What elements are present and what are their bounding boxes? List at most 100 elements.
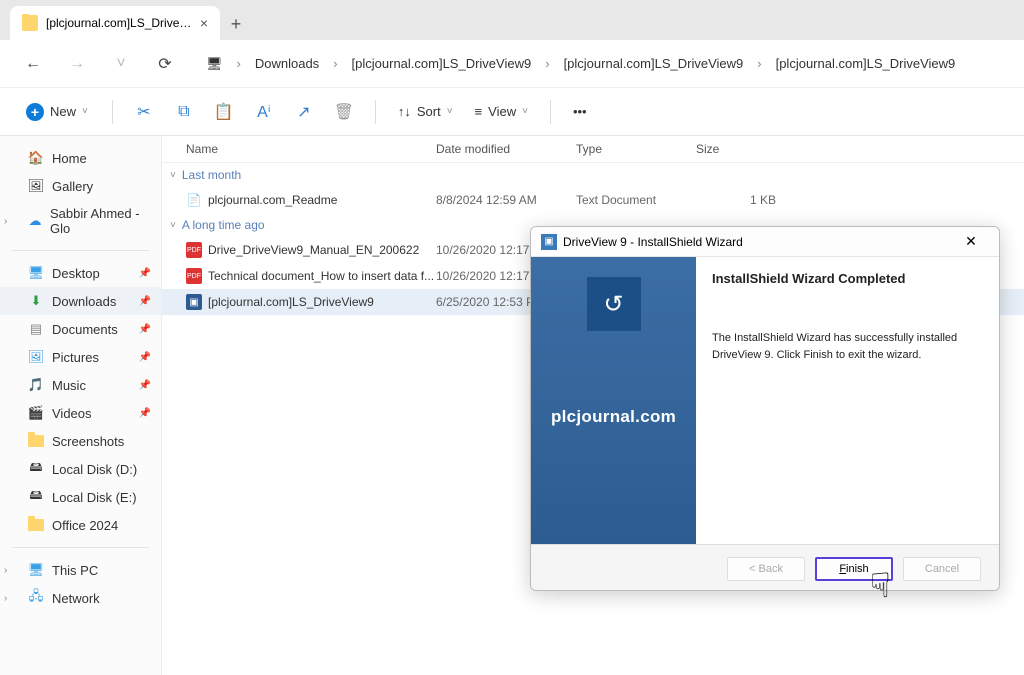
cancel-button[interactable]: Cancel [903, 557, 981, 581]
text-file-icon: 📄 [186, 192, 202, 208]
file-name: [plcjournal.com]LS_DriveView9 [208, 295, 374, 309]
back-button[interactable]: < Back [727, 557, 805, 581]
sidebar-label: Sabbir Ahmed - Glo [50, 206, 149, 236]
view-label: View [488, 104, 516, 119]
drive-icon: 🖴 [28, 461, 44, 477]
crumb-folder2[interactable]: [plcjournal.com]LS_DriveView9 [564, 56, 744, 71]
sidebar-label: Videos [52, 406, 92, 421]
chevron-right-icon: › [237, 56, 241, 71]
sidebar-desktop[interactable]: 🖥Desktop📌 [0, 259, 161, 287]
pc-icon: 🖥 [206, 56, 223, 72]
sidebar-network[interactable]: ›🖧Network [0, 584, 161, 612]
col-date[interactable]: Date modified [436, 142, 576, 156]
file-size: 1 KB [696, 193, 776, 207]
crumb-downloads[interactable]: Downloads [255, 56, 319, 71]
sidebar-label: This PC [52, 563, 98, 578]
dialog-titlebar[interactable]: ▣ DriveView 9 - InstallShield Wizard ✕ [531, 227, 999, 257]
sidebar-label: Pictures [52, 350, 99, 365]
group-label: A long time ago [182, 218, 265, 232]
sidebar-label: Office 2024 [52, 518, 118, 533]
tab-bar: [plcjournal.com]LS_DriveView9 × + [0, 0, 1024, 40]
swirl-icon: ↺ [603, 290, 623, 319]
sidebar-local-d[interactable]: 🖴 Local Disk (D:) [0, 455, 161, 483]
crumb-folder3[interactable]: [plcjournal.com]LS_DriveView9 [776, 56, 956, 71]
view-button[interactable]: ≡ View ˅ [467, 100, 536, 123]
sidebar-gallery[interactable]: 🖼 Gallery [0, 172, 161, 200]
breadcrumb[interactable]: 🖥 › Downloads › [plcjournal.com]LS_Drive… [206, 56, 955, 72]
copy-icon[interactable]: ⧉ [167, 95, 201, 129]
rename-icon[interactable]: Aⁱ [247, 95, 281, 129]
separator [550, 100, 551, 124]
sidebar-label: Network [52, 591, 100, 606]
up-button[interactable]: ˅ [108, 51, 134, 77]
group-last-month[interactable]: ˅ Last month [162, 163, 1024, 187]
dialog-body: ↺ plcjournal.com InstallShield Wizard Co… [531, 257, 999, 544]
dialog-heading: InstallShield Wizard Completed [712, 271, 983, 286]
col-name[interactable]: Name [186, 142, 436, 156]
sidebar-pictures[interactable]: 🖼Pictures📌 [0, 343, 161, 371]
file-date: 8/8/2024 12:59 AM [436, 193, 576, 207]
sidebar-label: Documents [52, 322, 118, 337]
sidebar-thispc[interactable]: ›🖥This PC [0, 556, 161, 584]
sidebar-office[interactable]: Office 2024 [0, 511, 161, 539]
paste-icon[interactable]: 📋 [207, 95, 241, 129]
folder-icon [22, 15, 38, 31]
share-icon[interactable]: ↗ [287, 95, 321, 129]
sidebar-local-e[interactable]: 🖴Local Disk (E:) [0, 483, 161, 511]
more-button[interactable]: ••• [565, 100, 595, 123]
sidebar-screenshots[interactable]: Screenshots [0, 427, 161, 455]
tab-title: [plcjournal.com]LS_DriveView9 [46, 16, 192, 30]
sidebar-label: Local Disk (D:) [52, 462, 137, 477]
forward-button[interactable]: → [64, 51, 90, 77]
dialog-text: The InstallShield Wizard has successfull… [712, 330, 983, 363]
sidebar-videos[interactable]: 🎬 Videos 📌 [0, 399, 161, 427]
explorer-tab[interactable]: [plcjournal.com]LS_DriveView9 × [10, 6, 220, 40]
separator [12, 547, 149, 548]
crumb-folder1[interactable]: [plcjournal.com]LS_DriveView9 [352, 56, 532, 71]
delete-icon[interactable]: 🗑 [327, 95, 361, 129]
sidebar-label: Home [52, 151, 87, 166]
product-logo: ↺ [587, 277, 641, 331]
new-button[interactable]: + New ˅ [16, 99, 98, 125]
col-size[interactable]: Size [696, 142, 776, 156]
sidebar-documents[interactable]: ▤Documents📌 [0, 315, 161, 343]
chevron-right-icon: › [4, 565, 7, 576]
back-button[interactable]: ← [20, 51, 46, 77]
sort-button[interactable]: ↑↓ Sort ˅ [390, 100, 461, 123]
sort-icon: ↑↓ [398, 104, 411, 119]
chevron-down-icon: ˅ [522, 106, 528, 117]
cut-icon[interactable]: ✂ [127, 95, 161, 129]
pin-icon: 📌 [139, 408, 151, 419]
install-wizard-dialog: ▣ DriveView 9 - InstallShield Wizard ✕ ↺… [530, 226, 1000, 591]
dialog-content: InstallShield Wizard Completed The Insta… [696, 257, 999, 544]
chevron-down-icon: ˅ [82, 106, 88, 117]
pin-icon: 📌 [139, 324, 151, 335]
view-icon: ≡ [475, 104, 483, 119]
sidebar-home[interactable]: 🏠 Home [0, 144, 161, 172]
sidebar-label: Gallery [52, 179, 93, 194]
nav-bar: ← → ˅ ⟳ 🖥 › Downloads › [plcjournal.com]… [0, 40, 1024, 88]
chevron-down-icon: ˅ [170, 170, 176, 181]
drive-icon: 🖴 [28, 489, 44, 505]
new-label: New [50, 104, 76, 119]
finish-button[interactable]: Finish [815, 557, 893, 581]
close-icon[interactable]: ✕ [953, 233, 989, 250]
folder-icon [28, 517, 44, 533]
dialog-title: DriveView 9 - InstallShield Wizard [563, 235, 953, 249]
sidebar-downloads[interactable]: ⬇Downloads📌 [0, 287, 161, 315]
col-type[interactable]: Type [576, 142, 696, 156]
column-headers[interactable]: Name Date modified Type Size [162, 136, 1024, 163]
new-tab-button[interactable]: + [220, 8, 252, 40]
file-row[interactable]: 📄plcjournal.com_Readme 8/8/2024 12:59 AM… [162, 187, 1024, 213]
refresh-button[interactable]: ⟳ [152, 51, 178, 77]
pin-icon: 📌 [139, 296, 151, 307]
chevron-right-icon: › [4, 593, 7, 604]
sidebar-onedrive[interactable]: › ☁ Sabbir Ahmed - Glo [0, 200, 161, 242]
sidebar-music[interactable]: 🎵Music📌 [0, 371, 161, 399]
separator [375, 100, 376, 124]
sidebar-label: Downloads [52, 294, 116, 309]
pictures-icon: 🖼 [28, 349, 44, 365]
file-name: Technical document_How to insert data f.… [208, 269, 434, 283]
close-tab-icon[interactable]: × [200, 15, 208, 31]
videos-icon: 🎬 [28, 405, 44, 421]
